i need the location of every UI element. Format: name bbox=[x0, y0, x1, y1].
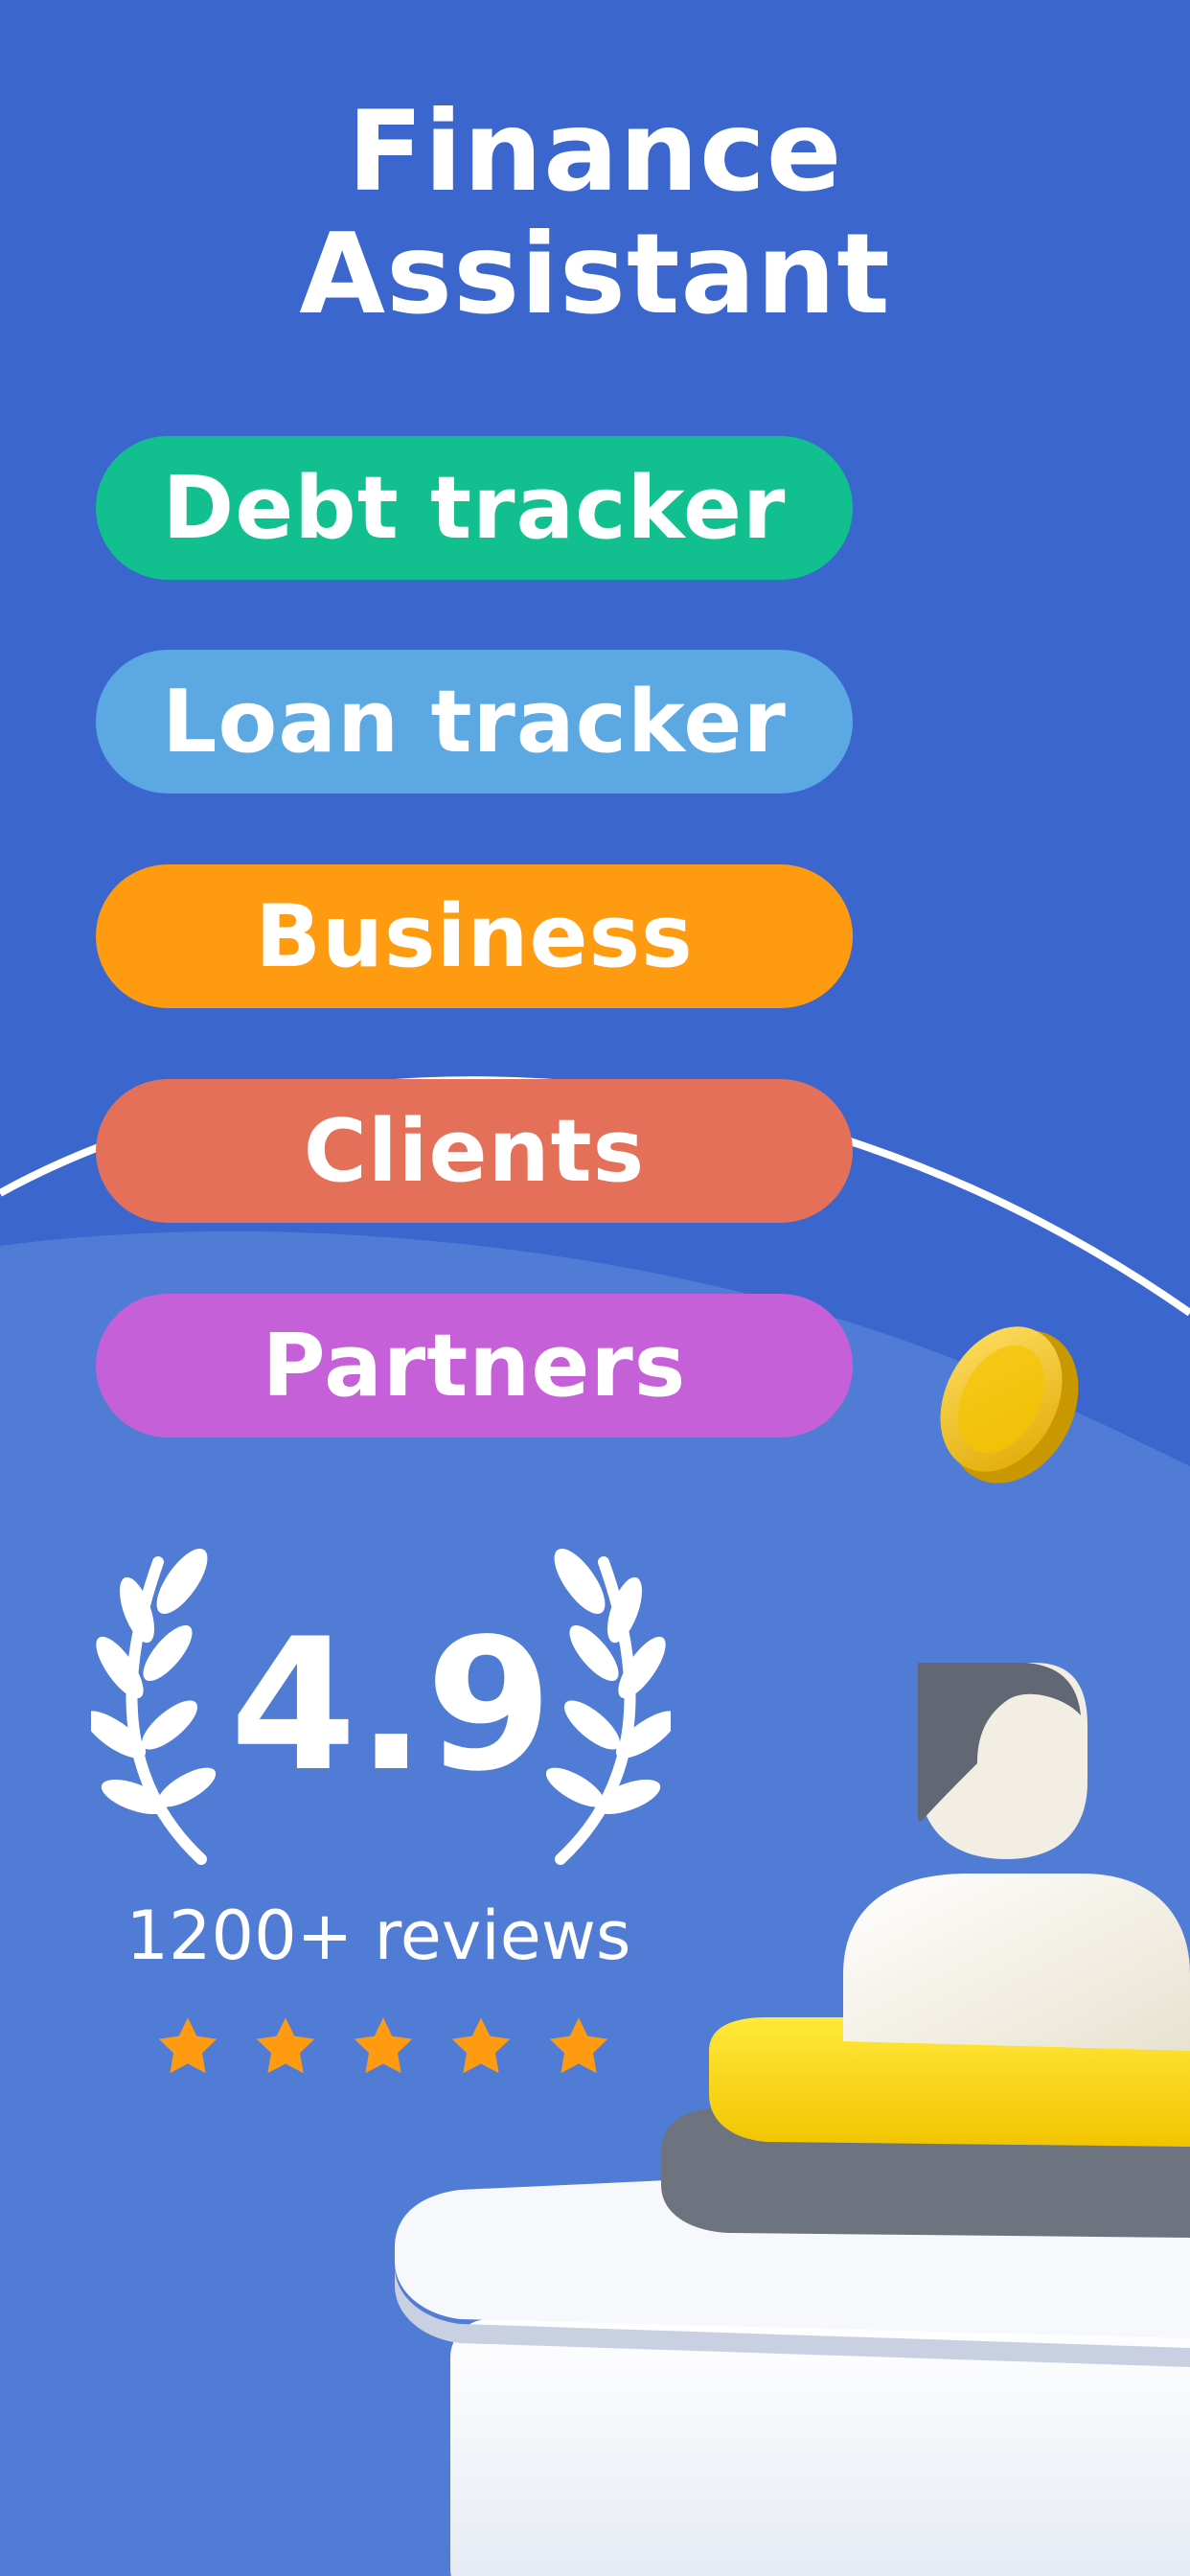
person-base-icon bbox=[661, 2017, 1190, 2238]
podium-illustration bbox=[395, 1326, 1190, 2576]
coin-icon bbox=[940, 1326, 1079, 1484]
person-icon bbox=[843, 1663, 1190, 2051]
